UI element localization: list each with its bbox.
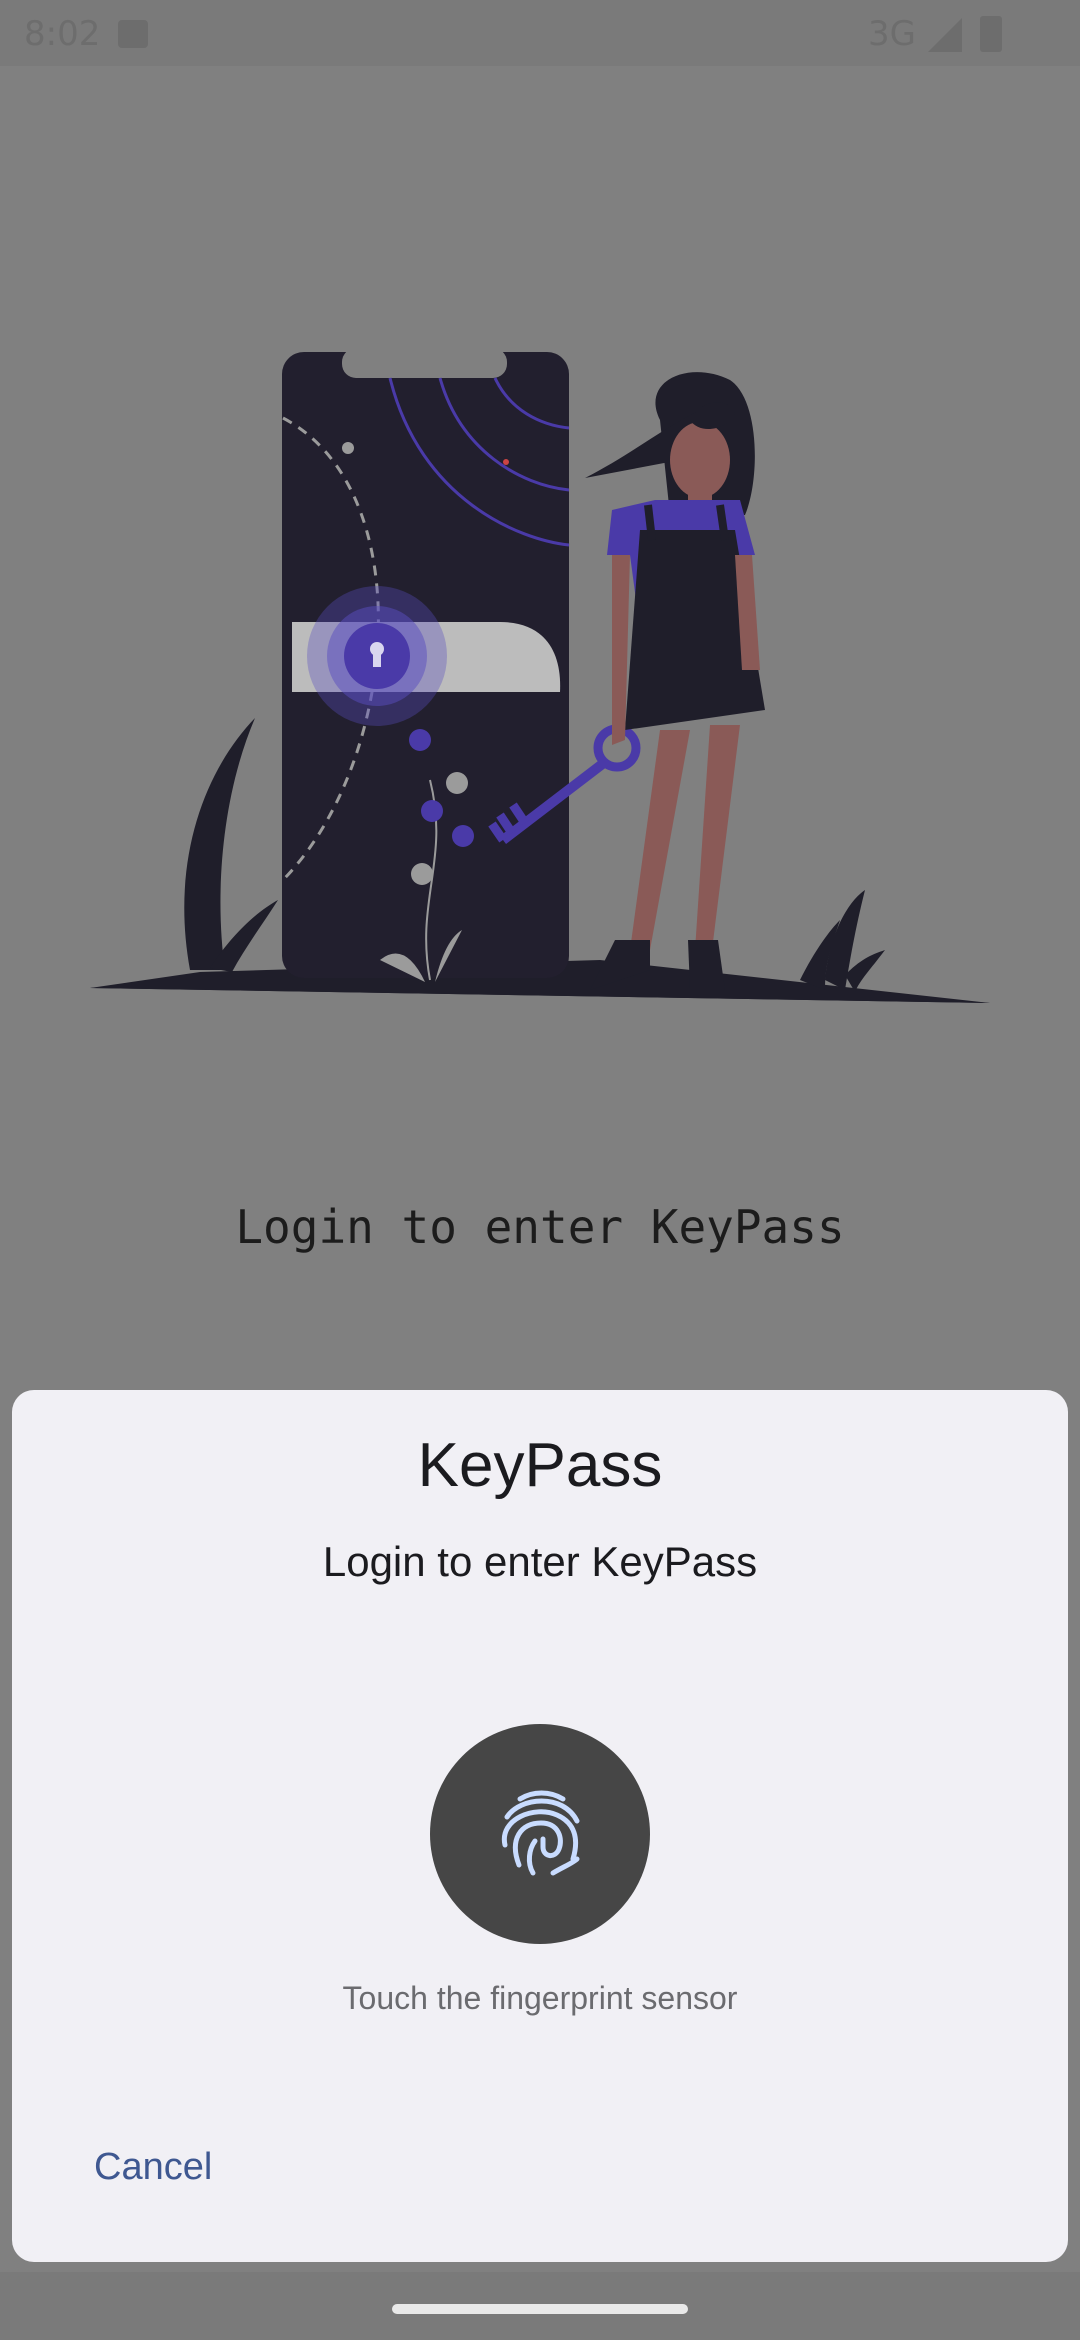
home-gesture-handle[interactable] xyxy=(392,2304,688,2314)
status-time: 8:02 xyxy=(24,14,101,54)
network-type: 3G xyxy=(868,14,916,54)
navigation-bar xyxy=(0,2272,1080,2340)
status-bar: 8:02 3G xyxy=(0,0,1080,66)
dialog-title: KeyPass xyxy=(417,1431,663,1500)
signal-icon xyxy=(928,18,962,52)
page-heading: Login to enter KeyPass xyxy=(235,1200,845,1254)
dialog-subtitle: Login to enter KeyPass xyxy=(322,1538,758,1585)
fingerprint-icon xyxy=(501,1790,580,1876)
phone-lock-key-illustration xyxy=(90,348,990,1003)
biometric-dialog: KeyPass Login to enter KeyPass Touch the… xyxy=(12,1390,1068,2262)
battery-icon xyxy=(980,16,1002,52)
image-icon xyxy=(118,20,148,48)
phone-notch xyxy=(342,348,507,378)
cancel-button[interactable]: Cancel xyxy=(94,2146,212,2189)
fingerprint-hint: Touch the fingerprint sensor xyxy=(342,1980,738,2016)
fingerprint-button[interactable] xyxy=(430,1724,650,1944)
